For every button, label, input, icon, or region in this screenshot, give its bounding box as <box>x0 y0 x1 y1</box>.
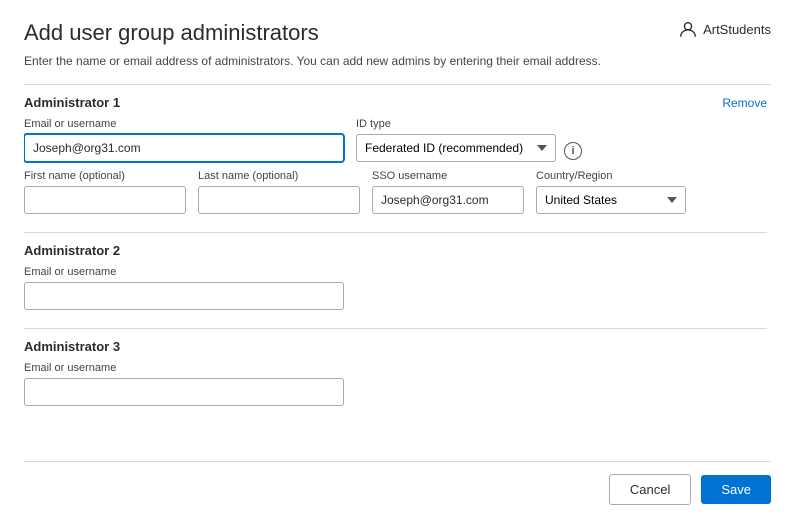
admin-1-country-select[interactable]: United States United Kingdom Canada Aust… <box>536 186 686 214</box>
admin-1-country-group: Country/Region United States United King… <box>536 170 686 214</box>
admin-1-id-type-label: ID type <box>356 118 582 130</box>
header-row: Add user group administrators ArtStudent… <box>24 20 771 46</box>
id-type-info-icon[interactable]: i <box>564 142 582 160</box>
admin-3-email-input[interactable] <box>24 378 344 406</box>
page-title: Add user group administrators <box>24 20 319 46</box>
admin-2-email-label: Email or username <box>24 266 767 278</box>
admin-1-id-type-row: Adobe ID Enterprise ID Federated ID (rec… <box>356 134 582 162</box>
admin-1-country-label: Country/Region <box>536 170 686 182</box>
admin-1-divider <box>24 232 767 233</box>
admin-1-header: Administrator 1 Remove <box>24 95 767 110</box>
admin-1-email-group: Email or username <box>24 118 344 162</box>
admin-1-section: Administrator 1 Remove Email or username… <box>24 95 767 214</box>
admin-1-email-input[interactable] <box>24 134 344 162</box>
admin-1-email-label: Email or username <box>24 118 344 130</box>
admin-3-email-group: Email or username <box>24 362 767 406</box>
admin-3-section: Administrator 3 Email or username <box>24 339 767 406</box>
user-label: ArtStudents <box>703 22 771 37</box>
save-button[interactable]: Save <box>701 475 771 504</box>
user-icon <box>679 20 697 38</box>
user-badge: ArtStudents <box>679 20 771 38</box>
admin-2-label: Administrator 2 <box>24 243 120 258</box>
admin-1-id-type-group: ID type Adobe ID Enterprise ID Federated… <box>356 118 582 162</box>
page-wrapper: Add user group administrators ArtStudent… <box>0 0 795 525</box>
admin-2-header: Administrator 2 <box>24 243 767 258</box>
admin-1-firstname-label: First name (optional) <box>24 170 186 182</box>
footer: Cancel Save <box>24 461 771 505</box>
admin-2-email-group: Email or username <box>24 266 767 310</box>
admin-1-lastname-group: Last name (optional) <box>198 170 360 214</box>
admin-2-email-input[interactable] <box>24 282 344 310</box>
admin-1-label: Administrator 1 <box>24 95 120 110</box>
admin-1-lastname-label: Last name (optional) <box>198 170 360 182</box>
admin-1-remove-button[interactable]: Remove <box>722 96 767 110</box>
scroll-area: Administrator 1 Remove Email or username… <box>24 95 771 461</box>
admin-1-lastname-input[interactable] <box>198 186 360 214</box>
admin-2-section: Administrator 2 Email or username <box>24 243 767 310</box>
admin-1-firstname-group: First name (optional) <box>24 170 186 214</box>
admin-1-sso-group: SSO username <box>372 170 524 214</box>
admin-3-header: Administrator 3 <box>24 339 767 354</box>
cancel-button[interactable]: Cancel <box>609 474 691 505</box>
admin-1-id-type-select[interactable]: Adobe ID Enterprise ID Federated ID (rec… <box>356 134 556 162</box>
page-subtitle: Enter the name or email address of admin… <box>24 54 771 68</box>
admin-1-sso-input[interactable] <box>372 186 524 214</box>
admin-3-email-label: Email or username <box>24 362 767 374</box>
admin-1-row2: First name (optional) Last name (optiona… <box>24 170 767 214</box>
admin-2-divider <box>24 328 767 329</box>
admin-1-sso-label: SSO username <box>372 170 524 182</box>
admin-1-firstname-input[interactable] <box>24 186 186 214</box>
admin-1-row1: Email or username ID type Adobe ID Enter… <box>24 118 767 162</box>
header-divider <box>24 84 771 85</box>
admin-3-label: Administrator 3 <box>24 339 120 354</box>
